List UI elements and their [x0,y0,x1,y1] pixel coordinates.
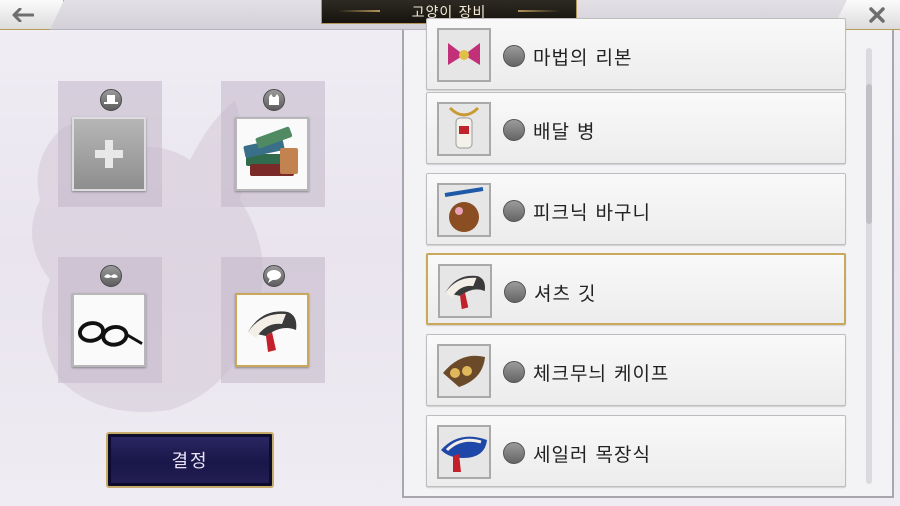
list-item-delivery-bottle[interactable]: 배달 병 [426,92,846,164]
equipped-books[interactable] [235,117,309,191]
speech-bubble-icon [503,200,525,222]
equipped-shirt-collar[interactable] [235,293,309,367]
item-name: 피크닉 바구니 [533,202,651,224]
scrollbar-thumb[interactable] [866,84,872,224]
sailor-collar-icon [437,425,491,479]
equip-slot-face[interactable] [58,257,162,383]
books-icon [243,126,298,176]
decide-button[interactable]: 결정 [106,432,274,488]
bottle-icon [437,102,491,156]
list-item-shirt-collar[interactable]: 셔츠 깃 [426,253,846,325]
glasses-icon [77,321,143,347]
arrow-left-icon [12,7,34,22]
cat-head-icon [263,89,285,111]
equip-slot-hat-empty[interactable] [72,117,146,191]
equip-slot-head[interactable] [221,81,325,207]
list-item-magic-ribbon[interactable]: 마법의 리본 [426,18,846,90]
collar-icon [438,264,492,318]
shirt-collar-icon [248,311,297,352]
speech-bubble-icon [263,265,285,287]
decide-button-label: 결정 [171,451,209,472]
list-item-sailor-neck-decoration[interactable]: 세일러 목장식 [426,415,846,487]
item-name: 마법의 리본 [533,47,633,69]
hat-icon [100,89,122,111]
basket-icon [437,183,491,237]
title-ornament-right [518,10,560,12]
title-ornament-left [338,10,380,12]
equip-slot-neck[interactable] [221,257,325,383]
close-x-icon [869,6,885,23]
list-item-checkered-cape[interactable]: 체크무늬 케이프 [426,334,846,406]
speech-bubble-icon [503,442,525,464]
item-name: 체크무늬 케이프 [533,363,670,385]
list-item-picnic-basket[interactable]: 피크닉 바구니 [426,173,846,245]
item-name: 셔츠 깃 [534,283,597,305]
speech-bubble-icon [504,281,526,303]
equipped-glasses[interactable] [72,293,146,367]
item-name: 세일러 목장식 [533,444,651,466]
speech-bubble-icon [503,119,525,141]
item-name: 배달 병 [533,121,596,143]
equip-slot-hat[interactable] [58,81,162,207]
speech-bubble-icon [503,45,525,67]
plus-icon [95,140,123,168]
ribbon-icon [437,28,491,82]
speech-bubble-icon [503,361,525,383]
mustache-icon [100,265,122,287]
cape-icon [437,344,491,398]
